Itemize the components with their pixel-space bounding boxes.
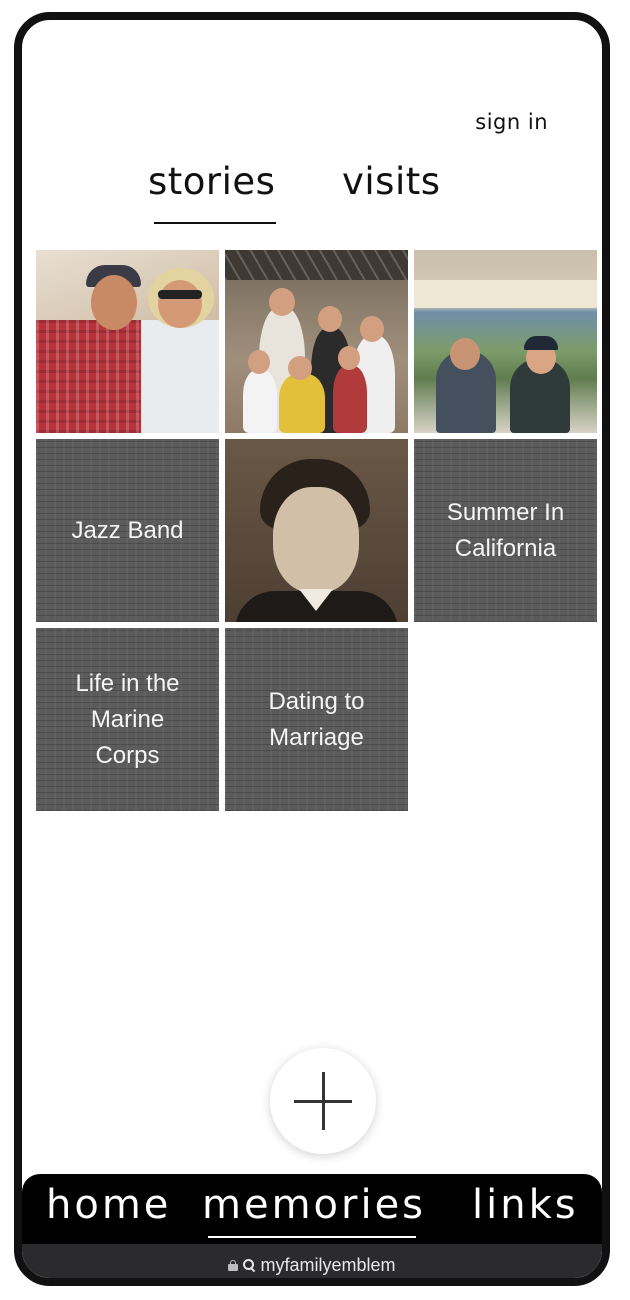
active-tab-indicator (154, 222, 276, 224)
story-tile-label: Jazz Band (71, 516, 184, 544)
add-memory-button[interactable] (270, 1048, 376, 1154)
story-tile-label: Summer In California (446, 498, 565, 562)
story-tile-summer-in-california[interactable]: Summer In California (414, 439, 597, 622)
bottom-nav: home memories links (22, 1174, 602, 1244)
tab-visits[interactable]: visits (342, 160, 441, 203)
phone-frame: sign in stories visits Jazz Band Summer … (14, 12, 610, 1286)
tab-stories[interactable]: stories (148, 160, 275, 203)
story-tabs: stories visits (22, 160, 602, 230)
url-text: myfamilyemblem (260, 1254, 396, 1275)
photo-tile-couple[interactable] (36, 250, 219, 433)
nav-item-memories[interactable]: memories (202, 1182, 426, 1228)
nav-item-links[interactable]: links (472, 1182, 579, 1228)
sign-in-link[interactable]: sign in (475, 110, 548, 134)
lock-icon (228, 1259, 239, 1271)
story-tile-label: Dating to Marriage (268, 687, 365, 751)
nav-item-home[interactable]: home (46, 1182, 171, 1228)
photo-tile-couple-outdoors[interactable] (414, 250, 597, 433)
browser-url-bar[interactable]: myfamilyemblem (22, 1244, 602, 1278)
active-nav-indicator (208, 1236, 416, 1238)
story-tile-life-in-the-marine-corps[interactable]: Life in the Marine Corps (36, 628, 219, 811)
photo-tile-portrait[interactable] (225, 439, 408, 622)
story-tile-jazz-band[interactable]: Jazz Band (36, 439, 219, 622)
memories-grid: Jazz Band Summer In California Life in t… (36, 250, 602, 812)
story-tile-label: Life in the Marine Corps (75, 669, 180, 769)
story-tile-dating-to-marriage[interactable]: Dating to Marriage (225, 628, 408, 811)
photo-tile-family[interactable] (225, 250, 408, 433)
search-icon (243, 1259, 256, 1273)
